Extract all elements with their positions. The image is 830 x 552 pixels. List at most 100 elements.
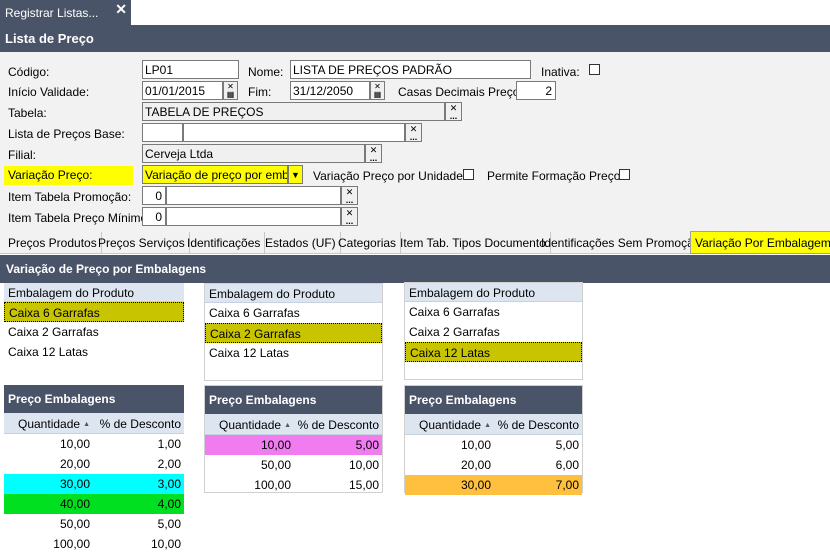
variacao-select[interactable]: Variação de preço por embala — [142, 165, 288, 184]
chevron-down-icon[interactable]: ▼ — [288, 165, 303, 184]
list-item[interactable]: Caixa 2 Garrafas — [205, 323, 382, 343]
fim-label: Fim: — [248, 85, 272, 99]
tab-precos-produtos[interactable]: Preços Produtos — [4, 232, 102, 254]
tab-categorias[interactable]: Categorias — [334, 232, 402, 254]
tab-variacao-embalagem[interactable]: Variação Por Embalagem — [690, 231, 830, 254]
tab-tipos-documento[interactable]: Item Tab. Tipos Documento — [396, 232, 551, 254]
table-row[interactable]: 100,00 15,00 — [205, 475, 382, 495]
inicio-input[interactable]: 01/01/2015 — [142, 81, 223, 100]
table-row[interactable]: 100,00 10,00 — [4, 534, 184, 552]
list-item[interactable]: Caixa 2 Garrafas — [4, 322, 184, 342]
cell-desconto: 5,00 — [355, 438, 379, 452]
tab-identificacoes[interactable]: Identificações — [183, 232, 266, 254]
fim-input[interactable]: 31/12/2050 — [290, 81, 370, 100]
codigo-label: Código: — [8, 65, 50, 79]
close-icon[interactable]: ✕ — [115, 1, 127, 18]
window-tab[interactable]: Registrar Listas... ✕ — [0, 0, 131, 25]
table-row[interactable]: 50,00 10,00 — [205, 455, 382, 475]
table-row[interactable]: 30,00 7,00 — [405, 475, 582, 495]
sort-up-icon: ▲ — [83, 421, 90, 429]
promo-code-input[interactable]: 0 — [142, 186, 166, 205]
col-quantidade[interactable]: Quantidade ▲ — [405, 414, 495, 434]
cell-quantidade: 10,00 — [260, 438, 291, 452]
lookup-icon[interactable]: ✕... — [341, 186, 358, 205]
col-desconto[interactable]: % de Desconto — [295, 414, 382, 434]
tab-estados[interactable]: Estados (UF) — [261, 232, 341, 254]
cell-quantidade: 100,00 — [254, 478, 291, 492]
preco-grid-title: Preço Embalagens — [4, 385, 184, 413]
minimo-name-input[interactable] — [166, 207, 341, 226]
lookup-icon[interactable]: ✕... — [365, 144, 382, 163]
calendar-icon[interactable]: ✕ ▦ — [370, 81, 385, 100]
list-item[interactable]: Caixa 12 Latas — [4, 342, 184, 362]
preco-grid-header: Quantidade ▲ % de Desconto — [4, 413, 184, 434]
lookup-icon[interactable]: ✕... — [445, 102, 462, 121]
table-row[interactable]: 10,00 5,00 — [405, 435, 582, 455]
list-item[interactable]: Caixa 2 Garrafas — [405, 322, 582, 342]
tabela-input[interactable]: TABELA DE PREÇOS — [142, 102, 445, 121]
filial-input[interactable]: Cerveja Ltda — [142, 144, 365, 163]
cell-quantidade: 30,00 — [59, 477, 90, 491]
codigo-input[interactable]: LP01 — [142, 60, 239, 79]
base-label: Lista de Preços Base: — [8, 127, 125, 141]
nome-label: Nome: — [248, 65, 284, 79]
table-row[interactable]: 20,00 2,00 — [4, 454, 184, 474]
list-item[interactable]: Caixa 6 Garrafas — [405, 302, 582, 322]
cell-quantidade: 30,00 — [460, 478, 491, 492]
table-row[interactable]: 40,00 4,00 — [4, 494, 184, 514]
col-quantidade[interactable]: Quantidade ▲ — [205, 414, 295, 434]
list-item[interactable]: Caixa 12 Latas — [405, 342, 582, 362]
table-row[interactable]: 30,00 3,00 — [4, 474, 184, 494]
embalagem-grid-3: Embalagem do Produto Caixa 6 Garrafas Ca… — [404, 282, 583, 380]
nome-input[interactable]: LISTA DE PREÇOS PADRÃO — [290, 60, 531, 79]
calendar-icon[interactable]: ✕ ▦ — [223, 81, 238, 100]
preco-grid-3: Preço Embalagens Quantidade ▲ % de Descon… — [404, 385, 583, 495]
table-row[interactable]: 10,00 1,00 — [4, 434, 184, 454]
inativa-checkbox[interactable] — [589, 64, 600, 75]
grid-header: Embalagem do Produto — [405, 283, 582, 302]
cell-quantidade: 100,00 — [53, 537, 90, 551]
tab-sem-promocao[interactable]: Identificações Sem Promoção — [537, 232, 706, 254]
cell-quantidade: 20,00 — [59, 457, 90, 471]
col-quantidade-label: Quantidade — [18, 417, 81, 431]
casas-input[interactable]: 2 — [516, 81, 556, 100]
table-row[interactable]: 10,00 5,00 — [205, 435, 382, 455]
sort-up-icon: ▲ — [484, 422, 491, 430]
filial-label: Filial: — [8, 148, 37, 162]
list-item[interactable]: Caixa 12 Latas — [205, 343, 382, 363]
tab-bar: Preços Produtos Preços Serviços Identifi… — [0, 231, 830, 254]
embalagem-grid-1: Embalagem do Produto Caixa 6 Garrafas Ca… — [4, 283, 184, 383]
cell-desconto: 3,00 — [157, 477, 181, 491]
minimo-code-input[interactable]: 0 — [142, 207, 166, 226]
tab-precos-servicos[interactable]: Preços Serviços — [94, 232, 190, 254]
permite-checkbox[interactable] — [619, 169, 630, 180]
col-quantidade-label: Quantidade — [419, 418, 482, 432]
col-desconto[interactable]: % de Desconto — [94, 413, 184, 433]
cell-quantidade: 10,00 — [59, 437, 90, 451]
promo-name-input[interactable] — [166, 186, 341, 205]
cell-quantidade: 10,00 — [460, 438, 491, 452]
cell-desconto: 7,00 — [555, 478, 579, 492]
base-code-input[interactable] — [142, 123, 183, 142]
col-desconto[interactable]: % de Desconto — [495, 414, 582, 434]
lookup-icon[interactable]: ✕... — [405, 123, 422, 142]
cell-desconto: 5,00 — [157, 517, 181, 531]
table-row[interactable]: 20,00 6,00 — [405, 455, 582, 475]
var-unidade-checkbox[interactable] — [463, 169, 474, 180]
list-item[interactable]: Caixa 6 Garrafas — [205, 303, 382, 323]
inativa-label: Inativa: — [541, 65, 580, 79]
col-quantidade[interactable]: Quantidade ▲ — [4, 413, 94, 433]
permite-label: Permite Formação Preço: — [487, 169, 624, 183]
minimo-label: Item Tabela Preço Mínimo: — [8, 211, 151, 225]
table-row[interactable]: 50,00 5,00 — [4, 514, 184, 534]
lookup-icon[interactable]: ✕... — [341, 207, 358, 226]
page-title: Lista de Preço — [0, 25, 830, 52]
preco-grid-header: Quantidade ▲ % de Desconto — [205, 414, 382, 435]
cell-desconto: 4,00 — [157, 497, 181, 511]
form-area: Código: LP01 Nome: LISTA DE PREÇOS PADRÃ… — [0, 52, 830, 232]
window-tab-title: Registrar Listas... — [5, 6, 99, 20]
base-name-input[interactable] — [183, 123, 405, 142]
list-item[interactable]: Caixa 6 Garrafas — [4, 302, 184, 322]
inicio-label: Início Validade: — [8, 85, 90, 99]
preco-grid-1: Preço Embalagens Quantidade ▲ % de Descon… — [4, 385, 184, 552]
